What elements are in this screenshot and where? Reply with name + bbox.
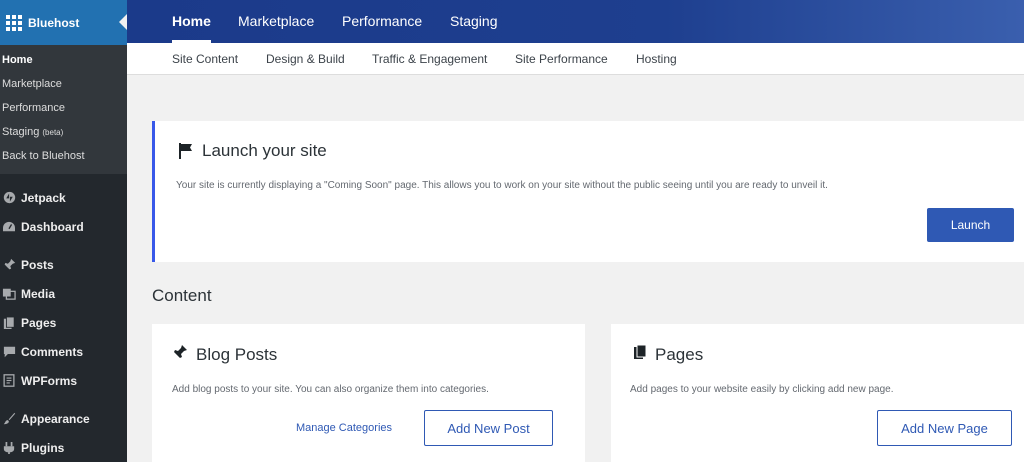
blog-posts-card: Blog Posts Add blog posts to your site. … <box>152 324 585 462</box>
wpforms-icon <box>2 374 16 388</box>
sidebar-item-plugins[interactable]: Plugins <box>0 433 127 462</box>
manage-categories-link[interactable]: Manage Categories <box>296 422 392 434</box>
subnav-site-performance[interactable]: Site Performance <box>515 43 608 75</box>
beta-badge: (beta) <box>42 128 64 137</box>
blog-posts-title-text: Blog Posts <box>196 344 278 364</box>
sidebar-subitem-staging-label: Staging <box>2 126 40 138</box>
sidebar-subitem-home[interactable]: Home <box>0 48 127 72</box>
tab-performance[interactable]: Performance <box>342 0 422 43</box>
tab-home[interactable]: Home <box>172 0 211 43</box>
admin-sidebar: Bluehost Home Marketplace Performance St… <box>0 0 127 462</box>
current-menu-arrow-icon <box>119 14 127 30</box>
sidebar-item-label: Posts <box>21 257 54 272</box>
pages-card: Pages Add pages to your website easily b… <box>611 324 1024 462</box>
pin-icon <box>2 258 16 272</box>
launch-title: Launch your site <box>202 141 327 160</box>
sidebar-subitem-performance[interactable]: Performance <box>0 96 127 120</box>
sidebar-item-label: Plugins <box>21 440 65 455</box>
comments-icon <box>2 345 16 359</box>
subnav-hosting[interactable]: Hosting <box>636 43 677 75</box>
sidebar-submenu: Home Marketplace Performance Staging (be… <box>0 45 127 174</box>
media-icon <box>2 287 16 301</box>
sidebar-item-jetpack[interactable]: Jetpack <box>0 183 127 212</box>
blog-posts-description: Add blog posts to your site. You can als… <box>172 384 489 395</box>
sidebar-subitem-marketplace[interactable]: Marketplace <box>0 72 127 96</box>
sidebar-item-label: Jetpack <box>21 190 66 205</box>
grid-icon <box>6 14 22 31</box>
sidebar-subitem-back-to-bluehost[interactable]: Back to Bluehost <box>0 144 127 168</box>
subnav-site-content[interactable]: Site Content <box>172 43 238 75</box>
launch-description: Your site is currently displaying a "Com… <box>176 180 828 191</box>
sidebar-subitem-staging[interactable]: Staging (beta) <box>0 120 127 144</box>
launch-button[interactable]: Launch <box>927 208 1014 242</box>
brush-icon <box>2 412 16 426</box>
add-new-post-button[interactable]: Add New Post <box>424 410 553 446</box>
tab-staging[interactable]: Staging <box>450 0 497 43</box>
sidebar-item-label: Dashboard <box>21 219 84 234</box>
sidebar-header-bluehost[interactable]: Bluehost <box>0 0 127 45</box>
tab-marketplace[interactable]: Marketplace <box>238 0 314 43</box>
dashboard-icon <box>2 220 16 234</box>
sidebar-menu: Jetpack Dashboard Posts Media Pages Comm… <box>0 174 127 462</box>
pages-title: Pages <box>633 344 703 365</box>
sidebar-item-label: Pages <box>21 315 57 330</box>
pages-icon <box>2 316 16 330</box>
content-heading: Content <box>152 286 212 305</box>
pin-icon <box>172 344 188 365</box>
subnav-design-build[interactable]: Design & Build <box>266 43 345 75</box>
pages-title-text: Pages <box>655 344 704 364</box>
sidebar-item-wpforms[interactable]: WPForms <box>0 366 127 395</box>
sidebar-item-label: Appearance <box>21 411 90 426</box>
top-navigation: Home Marketplace Performance Staging <box>127 0 1024 43</box>
sidebar-item-label: WPForms <box>21 373 78 388</box>
sidebar-item-label: Comments <box>21 344 84 359</box>
plugin-icon <box>2 441 16 455</box>
pages-description: Add pages to your website easily by clic… <box>630 384 894 395</box>
pages-icon <box>633 344 647 365</box>
sidebar-item-comments[interactable]: Comments <box>0 337 127 366</box>
sub-navigation: Site Content Design & Build Traffic & En… <box>127 43 1024 75</box>
subnav-traffic-engagement[interactable]: Traffic & Engagement <box>372 43 487 75</box>
blog-posts-title: Blog Posts <box>172 344 277 365</box>
launch-site-card: Launch your site Your site is currently … <box>152 121 1024 262</box>
jetpack-icon <box>2 191 16 205</box>
sidebar-item-media[interactable]: Media <box>0 279 127 308</box>
add-new-page-button[interactable]: Add New Page <box>877 410 1012 446</box>
flag-icon <box>179 143 193 159</box>
sidebar-item-posts[interactable]: Posts <box>0 250 127 279</box>
sidebar-item-pages[interactable]: Pages <box>0 308 127 337</box>
sidebar-title: Bluehost <box>28 15 80 30</box>
sidebar-item-label: Media <box>21 286 56 301</box>
sidebar-item-dashboard[interactable]: Dashboard <box>0 212 127 241</box>
sidebar-item-appearance[interactable]: Appearance <box>0 404 127 433</box>
